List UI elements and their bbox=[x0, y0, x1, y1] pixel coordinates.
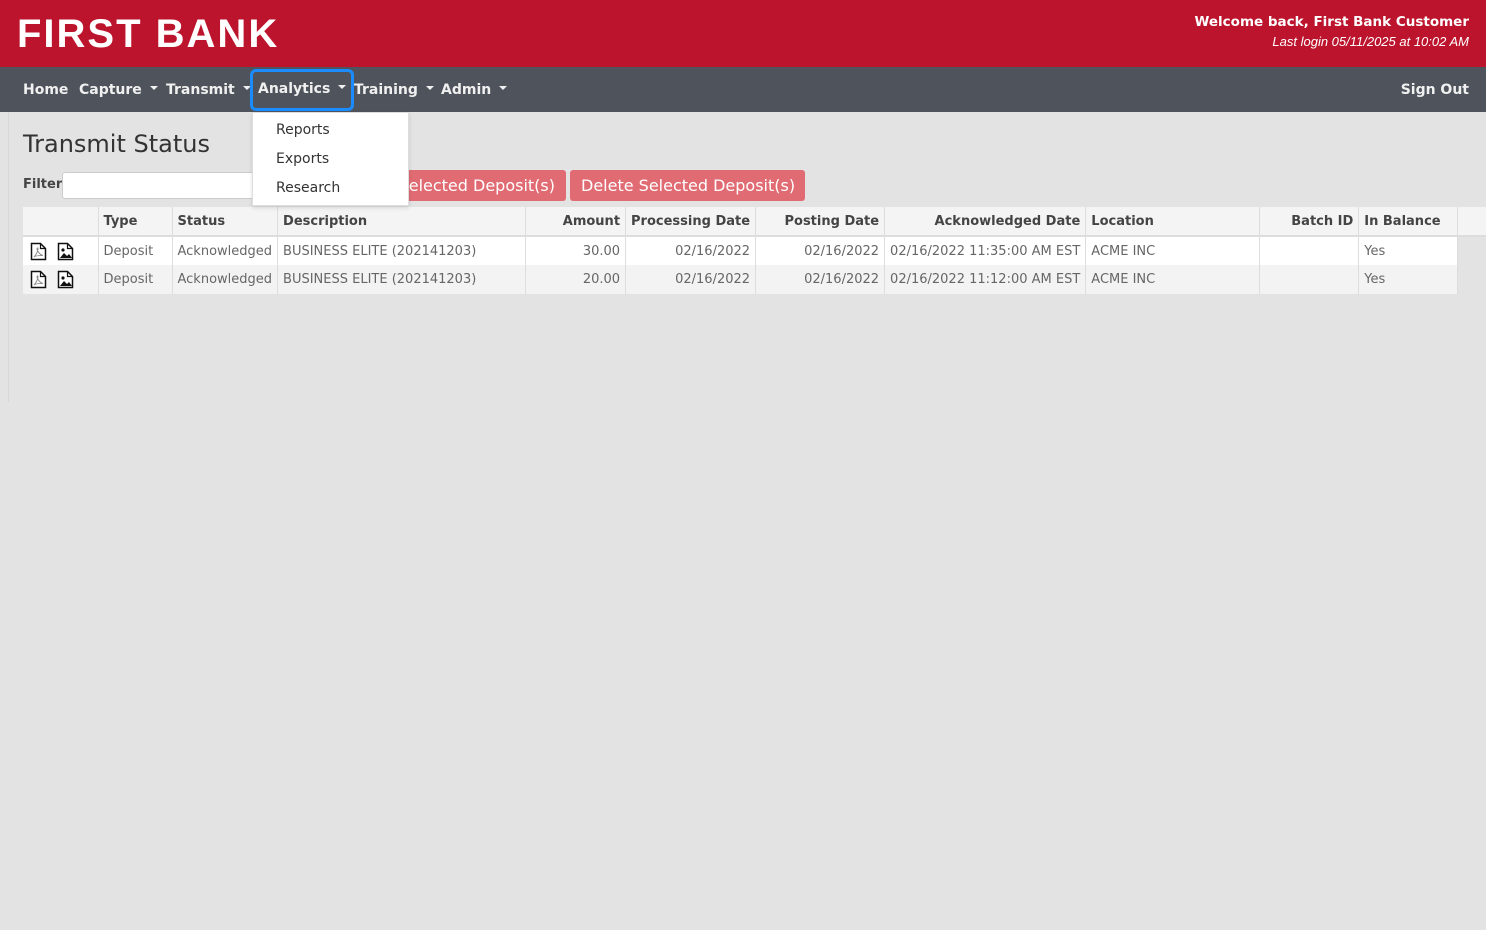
nav-admin-label: Admin bbox=[441, 82, 492, 98]
cell-in-balance: Yes bbox=[1358, 236, 1459, 265]
col-posting-date[interactable]: Posting Date bbox=[755, 207, 886, 237]
menu-item-research[interactable]: Research bbox=[276, 180, 340, 196]
nav-capture-label: Capture bbox=[79, 82, 142, 98]
nav-admin[interactable]: Admin bbox=[433, 70, 515, 110]
welcome-block: Welcome back, First Bank Customer Last l… bbox=[1194, 14, 1469, 49]
cell-processing-date: 02/16/2022 bbox=[625, 236, 757, 265]
image-icon[interactable] bbox=[57, 242, 74, 261]
nav-training-label: Training bbox=[354, 82, 418, 98]
nav-analytics[interactable]: Analytics bbox=[250, 69, 355, 111]
table-header-row: Type Status Description Amount Processin… bbox=[23, 207, 1459, 237]
table-row[interactable]: Deposit Acknowledged BUSINESS ELITE (202… bbox=[23, 236, 1459, 265]
cell-batch-id bbox=[1259, 236, 1360, 265]
sign-out-link[interactable]: Sign Out bbox=[1401, 70, 1469, 110]
transmit-status-table: Type Status Description Amount Processin… bbox=[23, 207, 1459, 294]
col-acknowledged-date[interactable]: Acknowledged Date bbox=[884, 207, 1087, 237]
cell-processing-date: 02/16/2022 bbox=[625, 265, 757, 294]
analytics-dropdown-menu: Reports Exports Research bbox=[252, 112, 409, 206]
filter-label: Filter bbox=[23, 177, 63, 192]
cell-location: ACME INC bbox=[1085, 236, 1261, 265]
nav-home-label: Home bbox=[23, 82, 69, 98]
caret-down-icon bbox=[149, 86, 158, 90]
cell-posting-date: 02/16/2022 bbox=[755, 265, 886, 294]
row-actions bbox=[23, 265, 99, 294]
pdf-icon[interactable] bbox=[30, 242, 47, 261]
col-amount[interactable]: Amount bbox=[525, 207, 627, 237]
cell-in-balance: Yes bbox=[1358, 265, 1459, 294]
col-description[interactable]: Description bbox=[277, 207, 527, 237]
col-in-balance[interactable]: In Balance bbox=[1358, 207, 1459, 237]
row-actions bbox=[23, 236, 99, 265]
nav-home[interactable]: Home bbox=[15, 70, 76, 110]
col-actions bbox=[23, 207, 99, 237]
col-batch-id[interactable]: Batch ID bbox=[1259, 207, 1360, 237]
cell-status: Acknowledged bbox=[172, 236, 279, 265]
nav-transmit-label: Transmit bbox=[166, 82, 235, 98]
pdf-icon[interactable] bbox=[30, 270, 47, 289]
cell-amount: 20.00 bbox=[525, 265, 627, 294]
menu-item-reports[interactable]: Reports bbox=[276, 122, 330, 138]
top-header: FIRST BANK Welcome back, First Bank Cust… bbox=[0, 0, 1486, 67]
main-nav: Home Capture Transmit Analytics Training… bbox=[0, 67, 1486, 112]
cell-location: ACME INC bbox=[1085, 265, 1261, 294]
cell-amount: 30.00 bbox=[525, 236, 627, 265]
page-title: Transmit Status bbox=[23, 130, 210, 158]
col-status[interactable]: Status bbox=[172, 207, 279, 237]
caret-down-icon bbox=[499, 86, 508, 90]
menu-item-exports[interactable]: Exports bbox=[276, 151, 329, 167]
col-type[interactable]: Type bbox=[98, 207, 173, 237]
nav-transmit[interactable]: Transmit bbox=[158, 70, 259, 110]
nav-training[interactable]: Training bbox=[346, 70, 442, 110]
cell-description: BUSINESS ELITE (202141203) bbox=[277, 265, 527, 294]
cell-batch-id bbox=[1259, 265, 1360, 294]
welcome-text: Welcome back, First Bank Customer bbox=[1194, 14, 1469, 30]
cell-description: BUSINESS ELITE (202141203) bbox=[277, 236, 527, 265]
last-login-text: Last login 05/11/2025 at 10:02 AM bbox=[1272, 34, 1469, 49]
cell-type: Deposit bbox=[98, 236, 173, 265]
image-icon[interactable] bbox=[57, 270, 74, 289]
cell-acknowledged-date: 02/16/2022 11:35:00 AM EST bbox=[884, 236, 1087, 265]
table-row[interactable]: Deposit Acknowledged BUSINESS ELITE (202… bbox=[23, 265, 1459, 294]
cell-acknowledged-date: 02/16/2022 11:12:00 AM EST bbox=[884, 265, 1087, 294]
cell-posting-date: 02/16/2022 bbox=[755, 236, 886, 265]
nav-capture[interactable]: Capture bbox=[71, 70, 166, 110]
col-processing-date[interactable]: Processing Date bbox=[625, 207, 757, 237]
cell-type: Deposit bbox=[98, 265, 173, 294]
cell-status: Acknowledged bbox=[172, 265, 279, 294]
col-location[interactable]: Location bbox=[1085, 207, 1261, 237]
bank-logo[interactable]: FIRST BANK bbox=[17, 12, 279, 57]
delete-selected-deposits-button[interactable]: Delete Selected Deposit(s) bbox=[570, 170, 805, 201]
nav-analytics-label: Analytics bbox=[258, 81, 331, 97]
